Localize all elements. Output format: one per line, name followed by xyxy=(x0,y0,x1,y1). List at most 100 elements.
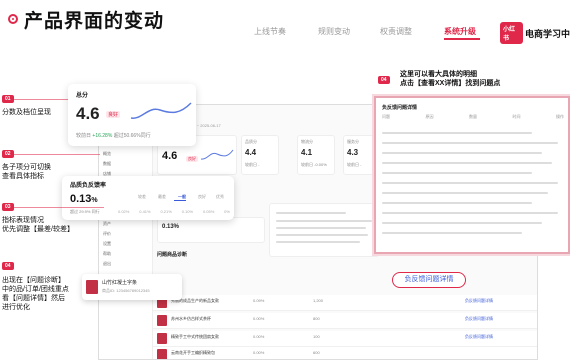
sub-score-card-logistics[interactable]: 物流分 4.1 较前日 -0.00% xyxy=(297,135,335,175)
product-thumbnail xyxy=(157,333,167,344)
detail-line xyxy=(382,222,542,224)
product-rate: 0.00% xyxy=(253,334,265,339)
sidebar-item[interactable]: 概览 xyxy=(103,151,111,157)
product-name: 苏州水乡仿古样式茶杯 xyxy=(171,316,211,321)
step-text-line: 指标表现情况 xyxy=(2,217,44,224)
foot-percentile: 超过50.66%同行 xyxy=(113,133,151,139)
foot-label: 较前日 xyxy=(76,133,92,139)
score-popup-title: 总分 xyxy=(76,93,89,99)
quality-tab[interactable]: 较差 xyxy=(138,194,146,200)
info-line xyxy=(276,234,368,236)
brand-logo: 小红书 xyxy=(500,22,523,44)
table-row[interactable]: 精致手工中式传统团扇女款 0.00% 100 负反馈问题详情 xyxy=(153,331,537,347)
sidebar-item[interactable]: 资产 xyxy=(103,221,111,227)
diagnosis-popup[interactable]: 山竹红凝土字条 商品ID: 123456789012345 xyxy=(82,274,182,300)
overall-score-badge: 良好 xyxy=(186,156,198,162)
sidebar-item[interactable]: 退出 xyxy=(103,261,111,267)
quality-metric-popup: 品质负反馈率 较差 最差 一般 良好 优秀 0.13% 超过 29.9% 同行 … xyxy=(62,176,234,220)
sub-score-label: 服务分 xyxy=(347,139,359,144)
step-text-line: 查看具体指标 xyxy=(2,173,44,180)
feedback-detail-button[interactable]: 负反馈问题详情 xyxy=(392,272,466,288)
step-text: 各子项分可切换 查看具体指标 xyxy=(2,163,51,181)
product-count: 100 xyxy=(313,334,320,339)
product-rate: 0.00% xyxy=(253,316,265,321)
detail-line xyxy=(382,172,532,174)
score-popup: 总分 4.6 良好 较前日 +16.28% 超过50.66%同行 xyxy=(68,84,196,146)
nav-tab-rules[interactable]: 规则变动 xyxy=(318,26,350,37)
info-line xyxy=(276,212,346,214)
table-row[interactable]: 秀丽的成品生产的新品女款 0.09% 1,200 负反馈问题详情 xyxy=(153,295,537,311)
detail-panel-header: 问题 原因 数量 时间 操作 xyxy=(382,114,564,120)
diagnosis-product-name: 山竹红凝土字条 xyxy=(102,280,138,286)
product-count: 800 xyxy=(313,316,320,321)
page-title: 产品界面的变动 xyxy=(24,11,165,32)
row-detail-link[interactable]: 负反馈问题详情 xyxy=(465,316,493,322)
foot-change: +16.28% xyxy=(92,133,113,139)
detail-col: 数量 xyxy=(469,114,477,119)
product-name: 精致手工中式传统团扇女款 xyxy=(171,334,219,339)
sub-score-label: 品质分 xyxy=(245,139,257,144)
quality-popup-title: 品质负反馈率 xyxy=(70,183,107,189)
product-name: 云南花开手工编织精致包 xyxy=(171,350,215,355)
sidebar-item[interactable]: 设置 xyxy=(103,241,111,247)
product-thumbnail xyxy=(157,349,167,359)
row-detail-link[interactable]: 负反馈问题详情 xyxy=(465,298,493,304)
detail-line xyxy=(382,232,522,234)
step-text-line: 点击【查看XX详情】找到问题点 xyxy=(400,80,501,87)
score-trend-icon xyxy=(200,149,234,160)
step-marker-03: 03 xyxy=(2,203,104,211)
score-popup-foot: 较前日 +16.28% 超过50.66%同行 xyxy=(76,132,151,139)
step-number: 04 xyxy=(378,76,390,84)
sub-score-label: 物流分 xyxy=(301,139,313,144)
nav-tab-responsibility[interactable]: 权责调整 xyxy=(380,26,412,37)
step-number: 01 xyxy=(2,95,14,103)
scale-tick: 0.10% xyxy=(181,209,194,214)
step-text: 分数及档位呈现 xyxy=(2,109,51,116)
nav-tab-launch[interactable]: 上线节奏 xyxy=(254,26,286,37)
detail-line xyxy=(382,212,558,214)
table-row[interactable]: 云南花开手工编织精致包 0.00% 600 xyxy=(153,347,537,359)
sidebar-item[interactable]: 数据 xyxy=(103,161,111,167)
nav-tab-system[interactable]: 系统升级 xyxy=(444,26,476,37)
step-connector xyxy=(13,153,100,155)
nav-active-underline xyxy=(444,38,480,40)
detail-line xyxy=(382,202,532,204)
sidebar-item[interactable]: 帮助 xyxy=(103,251,111,257)
product-thumbnail xyxy=(86,280,98,294)
table-row[interactable]: 苏州水乡仿古样式茶杯 0.00% 800 负反馈问题详情 xyxy=(153,313,537,329)
step-marker-04-right: 04 xyxy=(378,76,390,84)
detail-panel: 负反馈问题详情 问题 原因 数量 时间 操作 xyxy=(374,96,570,254)
info-line xyxy=(276,227,366,229)
sub-score-sub: 较前日 - xyxy=(245,162,260,167)
scale-tick: 0% xyxy=(224,209,230,214)
step-number: 02 xyxy=(2,150,14,158)
sub-score-card-quality[interactable]: 品质分 4.4 较前日 - xyxy=(241,135,279,175)
step-marker-01: 01 xyxy=(2,95,70,103)
metric-card[interactable]: 0.13% xyxy=(157,217,265,243)
overall-score-value: 4.6 xyxy=(162,150,178,162)
step-text-line: 出现在【问题诊断】 xyxy=(2,277,65,284)
diagnosis-product-id: 商品ID: 123456789012345 xyxy=(102,288,150,293)
sub-score-value: 4.1 xyxy=(301,148,313,157)
quality-tab[interactable]: 最差 xyxy=(158,194,166,200)
sub-score-sub: 较前日 - xyxy=(347,162,362,167)
brand-text: 电商学习中 xyxy=(524,28,570,39)
product-thumbnail xyxy=(157,315,167,326)
info-card xyxy=(269,203,379,257)
detail-panel-title: 负反馈问题详情 xyxy=(382,105,418,111)
detail-panel-body xyxy=(382,128,564,248)
sub-score-value: 4.3 xyxy=(347,148,359,157)
scale-tick: 0.02% xyxy=(118,209,130,214)
step-text: 出现在【问题诊断】 中的品/订单/团线重点 看【问题详情】然后 进行优化 xyxy=(2,276,82,312)
sidebar-item[interactable]: 评价 xyxy=(103,231,111,237)
step-text-line: 这里可以看大具体的明细 xyxy=(400,71,477,78)
detail-line xyxy=(382,162,552,164)
quality-tab[interactable]: 优秀 xyxy=(216,194,224,200)
detail-line xyxy=(382,142,558,144)
row-detail-link[interactable]: 负反馈问题详情 xyxy=(465,334,493,340)
step-connector xyxy=(13,98,70,100)
quality-tab[interactable]: 良好 xyxy=(198,194,206,200)
sub-score-value: 4.4 xyxy=(245,148,257,157)
slide: 产品界面的变动 上线节奏 规则变动 权责调整 系统升级 小红书 电商学习中 概览… xyxy=(0,0,570,360)
detail-col: 时间 xyxy=(512,114,521,119)
